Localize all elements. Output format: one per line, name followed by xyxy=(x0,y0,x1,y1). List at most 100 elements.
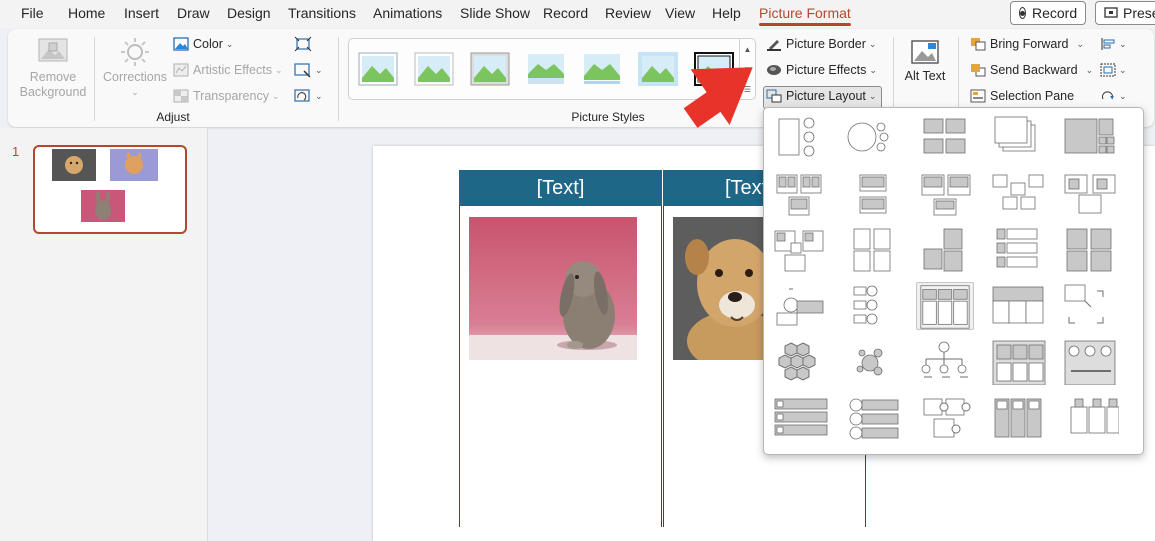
picture-layout-option[interactable] xyxy=(989,282,1047,330)
tab-slide-show[interactable]: Slide Show xyxy=(460,5,530,21)
chevron-down-icon: ⌄ xyxy=(1119,90,1127,101)
bring-forward-label: Bring Forward xyxy=(990,37,1069,51)
picture-layout-option[interactable] xyxy=(771,394,829,442)
corrections-button[interactable]: Corrections ⌄ xyxy=(100,37,170,100)
picture-layout-option[interactable] xyxy=(844,338,902,386)
alt-text-button[interactable]: Alt Text xyxy=(903,37,947,84)
picture-style-thumbnail[interactable] xyxy=(414,52,454,86)
remove-background-button[interactable]: Remove Background xyxy=(18,37,88,100)
picture-layout-option[interactable] xyxy=(771,282,829,330)
remove-background-icon xyxy=(38,38,68,62)
send-backward-label: Send Backward xyxy=(990,63,1078,77)
separator xyxy=(338,37,339,121)
picture-layout-icon xyxy=(849,398,898,440)
picture-layout-option[interactable] xyxy=(771,226,829,274)
picture-style-thumbnail[interactable] xyxy=(470,52,510,86)
picture-layout-option[interactable] xyxy=(989,114,1047,162)
picture-layout-option[interactable] xyxy=(1061,394,1119,442)
align-button[interactable]: ⌄ xyxy=(1100,37,1127,51)
picture-style-thumbnail[interactable] xyxy=(582,52,622,86)
rabbit-picture[interactable] xyxy=(469,217,637,360)
picture-layout-icon xyxy=(992,174,1043,210)
slide-thumbnail[interactable] xyxy=(33,145,187,234)
picture-layout-option[interactable] xyxy=(844,170,902,218)
chevron-down-icon: ⌄ xyxy=(225,38,234,49)
picture-layout-option[interactable] xyxy=(844,114,902,162)
picture-layout-icon xyxy=(853,228,890,272)
tab-picture-format[interactable]: Picture Format xyxy=(759,5,851,26)
tab-draw[interactable]: Draw xyxy=(177,5,210,21)
picture-layout-option[interactable] xyxy=(844,226,902,274)
compress-pictures-button[interactable] xyxy=(294,36,312,52)
tab-design[interactable]: Design xyxy=(227,5,271,21)
compress-pictures-icon xyxy=(294,36,312,52)
picture-layout-option[interactable] xyxy=(916,338,974,386)
layout-column[interactable]: [Text] xyxy=(459,170,662,527)
picture-layout-icon xyxy=(1066,228,1112,272)
record-icon xyxy=(1019,7,1026,19)
color-button[interactable]: Color ⌄ xyxy=(173,37,233,51)
picture-layout-icon xyxy=(1064,118,1115,154)
tab-review[interactable]: Review xyxy=(605,5,651,21)
tab-home[interactable]: Home xyxy=(68,5,105,21)
picture-effects-button[interactable]: Picture Effects ⌄ xyxy=(766,63,877,77)
picture-layout-icon xyxy=(853,285,877,325)
artistic-effects-button[interactable]: Artistic Effects ⌄ xyxy=(173,63,283,77)
chevron-down-icon: ⌄ xyxy=(315,90,323,101)
bring-forward-button[interactable]: Bring Forward ⌄ xyxy=(970,37,1084,51)
alt-text-icon xyxy=(911,40,939,64)
picture-layout-icon xyxy=(994,116,1035,152)
selection-pane-button[interactable]: Selection Pane xyxy=(970,89,1074,103)
picture-layout-option[interactable] xyxy=(916,226,974,274)
picture-layout-option[interactable] xyxy=(916,170,974,218)
picture-layout-option[interactable] xyxy=(844,394,902,442)
tab-insert[interactable]: Insert xyxy=(124,5,159,21)
picture-style-thumbnail[interactable] xyxy=(526,52,566,86)
picture-layout-option[interactable] xyxy=(844,282,902,330)
record-button[interactable]: Record xyxy=(1010,1,1086,25)
picture-layout-option[interactable] xyxy=(771,170,829,218)
picture-layout-icon xyxy=(859,174,886,214)
picture-layout-option[interactable] xyxy=(989,226,1047,274)
red-arrow-annotation xyxy=(683,67,753,128)
tab-animations[interactable]: Animations xyxy=(373,5,442,21)
column-header-text[interactable]: [Text] xyxy=(459,170,662,206)
picture-layout-option[interactable] xyxy=(989,394,1047,442)
picture-layout-option[interactable] xyxy=(1061,338,1119,386)
send-backward-button[interactable]: Send Backward ⌄ xyxy=(970,63,1093,77)
picture-layout-option[interactable] xyxy=(989,338,1047,386)
selection-pane-icon xyxy=(970,89,986,103)
tab-view[interactable]: View xyxy=(665,5,695,21)
record-button-label: Record xyxy=(1032,5,1078,21)
tab-transitions[interactable]: Transitions xyxy=(288,5,356,21)
picture-style-thumbnail[interactable] xyxy=(358,52,398,86)
picture-layout-option[interactable] xyxy=(1061,282,1119,330)
picture-effects-icon xyxy=(767,65,781,75)
picture-layout-option[interactable] xyxy=(1061,226,1119,274)
remove-background-label: Remove Background xyxy=(19,70,87,99)
rotate-button[interactable]: ⌄ xyxy=(1100,89,1127,103)
slide-thumbnail-preview xyxy=(52,149,158,222)
chevron-up-icon[interactable]: ▲ xyxy=(744,45,752,54)
picture-layout-option[interactable] xyxy=(771,114,829,162)
group-objects-button[interactable]: ⌄ xyxy=(1100,63,1127,77)
picture-layout-option[interactable] xyxy=(916,114,974,162)
tab-file[interactable]: File xyxy=(21,5,44,21)
tab-record[interactable]: Record xyxy=(543,5,588,21)
change-picture-button[interactable]: ⌄ xyxy=(294,62,323,78)
transparency-button[interactable]: Transparency ⌄ xyxy=(173,89,280,103)
picture-layout-option[interactable] xyxy=(989,170,1047,218)
picture-style-thumbnail[interactable] xyxy=(638,52,678,86)
picture-border-button[interactable]: Picture Border ⌄ xyxy=(766,37,876,51)
reset-picture-button[interactable]: ⌄ xyxy=(294,88,323,104)
picture-layout-button[interactable]: Picture Layout ⌄ xyxy=(766,89,876,103)
present-button-label: Present xyxy=(1123,5,1155,21)
picture-layout-option[interactable] xyxy=(1061,114,1119,162)
picture-layout-option[interactable] xyxy=(1061,170,1119,218)
picture-layout-option[interactable] xyxy=(916,282,974,330)
picture-layout-option[interactable] xyxy=(916,394,974,442)
present-button[interactable]: Present xyxy=(1095,1,1155,25)
picture-layout-option[interactable] xyxy=(771,338,829,386)
chevron-down-icon: ⌄ xyxy=(868,38,877,49)
tab-help[interactable]: Help xyxy=(712,5,741,21)
